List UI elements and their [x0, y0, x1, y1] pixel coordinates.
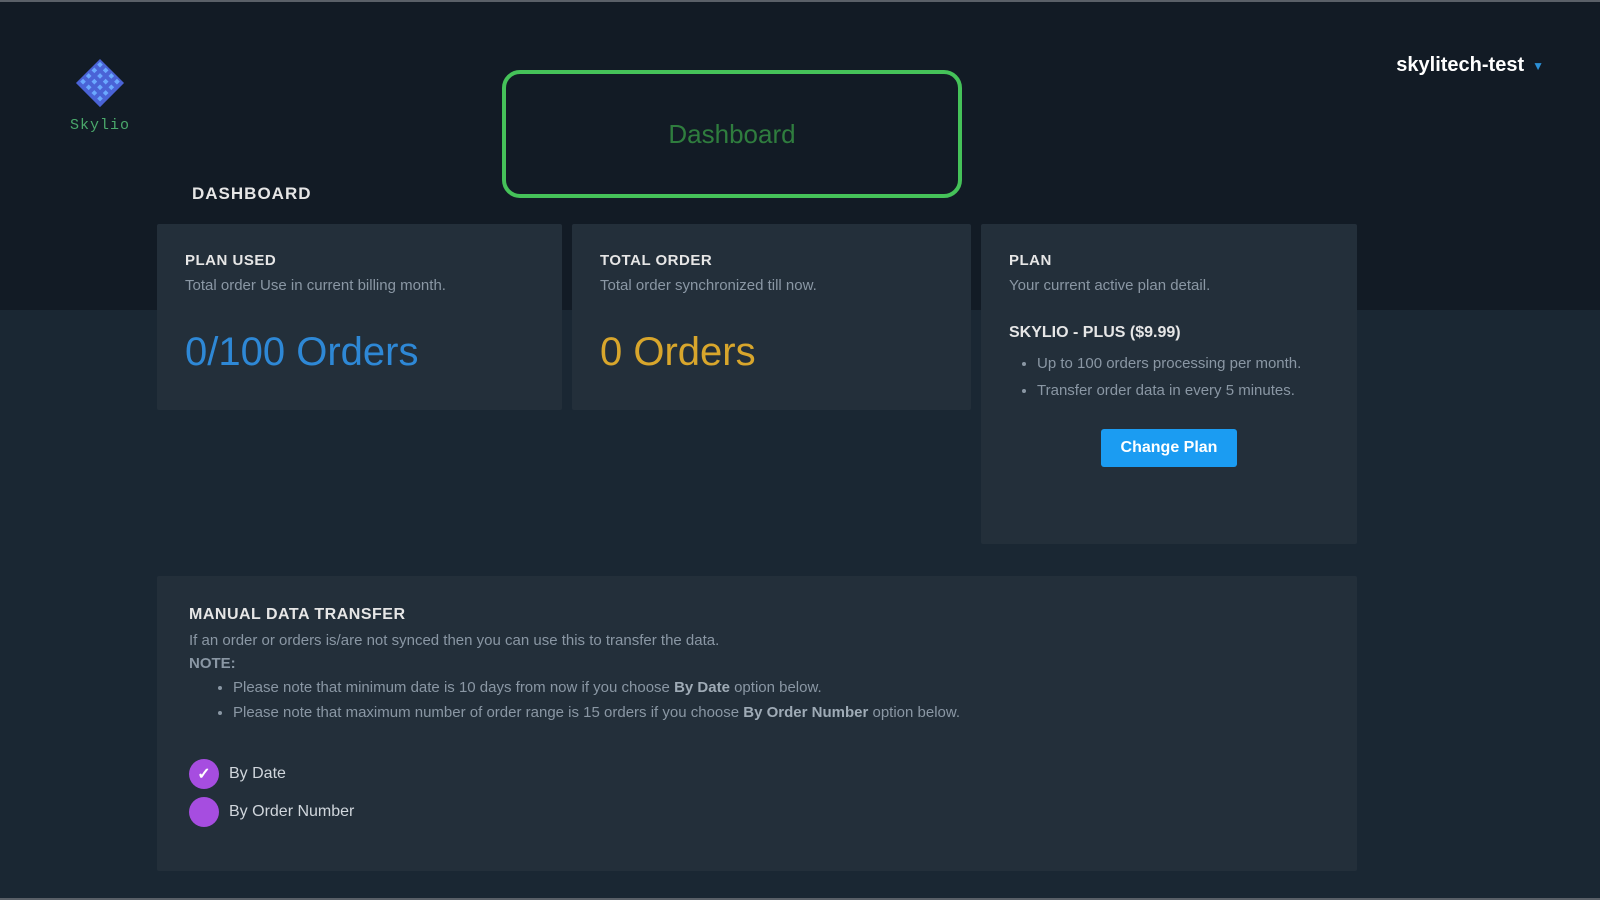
card-plan-used-sub: Total order Use in current billing month… — [185, 277, 534, 294]
mdt-note-label: NOTE: — [189, 655, 1325, 672]
mdt-note-bold: By Date — [674, 679, 730, 696]
radio-indicator: ✓ — [189, 759, 219, 789]
mdt-note-bold: By Order Number — [743, 704, 868, 721]
section-heading: DASHBOARD — [192, 184, 312, 204]
card-plan-used: PLAN USED Total order Use in current bil… — [157, 224, 562, 410]
mdt-title: MANUAL DATA TRANSFER — [189, 606, 1325, 624]
plan-name: SKYLIO - PLUS ($9.99) — [1009, 324, 1329, 342]
radio-by-date[interactable]: ✓ By Date — [189, 759, 1325, 789]
radio-by-order-number-label: By Order Number — [229, 803, 354, 821]
mdt-note-text: option below. — [730, 679, 822, 696]
mdt-mode-radio-group: ✓ By Date By Order Number — [189, 759, 1325, 827]
account-switcher[interactable]: skylitech-test ▼ — [1396, 54, 1544, 77]
mdt-note-item: Please note that minimum date is 10 days… — [233, 676, 1325, 699]
card-plan-used-label: PLAN USED — [185, 252, 534, 269]
tab-dashboard-label: Dashboard — [668, 119, 795, 150]
mdt-note-item: Please note that maximum number of order… — [233, 701, 1325, 724]
radio-by-date-label: By Date — [229, 765, 286, 783]
plan-feature-item: Up to 100 orders processing per month. — [1037, 352, 1329, 375]
tab-dashboard[interactable]: Dashboard — [502, 70, 962, 198]
chevron-down-icon: ▼ — [1532, 59, 1544, 73]
manual-data-transfer-panel: MANUAL DATA TRANSFER If an order or orde… — [157, 576, 1357, 871]
card-plan-used-metric: 0/100 Orders — [185, 330, 534, 375]
check-icon: ✓ — [197, 764, 210, 784]
mdt-note-text: option below. — [868, 704, 960, 721]
brand-logo-icon — [72, 55, 128, 111]
radio-indicator — [189, 797, 219, 827]
card-total-order: TOTAL ORDER Total order synchronized til… — [572, 224, 971, 410]
card-plan: PLAN Your current active plan detail. SK… — [981, 224, 1357, 544]
card-total-order-metric: 0 Orders — [600, 330, 943, 375]
card-plan-sub: Your current active plan detail. — [1009, 277, 1329, 294]
brand-logo: Skylio — [70, 55, 130, 134]
change-plan-button[interactable]: Change Plan — [1101, 429, 1238, 467]
mdt-note-text: Please note that maximum number of order… — [233, 704, 743, 721]
brand-name: Skylio — [70, 117, 130, 134]
mdt-description: If an order or orders is/are not synced … — [189, 632, 1325, 649]
card-total-order-label: TOTAL ORDER — [600, 252, 943, 269]
radio-by-order-number[interactable]: By Order Number — [189, 797, 1325, 827]
mdt-notes: Please note that minimum date is 10 days… — [189, 676, 1325, 725]
plan-feature-list: Up to 100 orders processing per month. T… — [1009, 352, 1329, 403]
mdt-note-text: Please note that minimum date is 10 days… — [233, 679, 674, 696]
card-plan-label: PLAN — [1009, 252, 1329, 269]
plan-feature-item: Transfer order data in every 5 minutes. — [1037, 379, 1329, 402]
card-total-order-sub: Total order synchronized till now. — [600, 277, 943, 294]
account-name: skylitech-test — [1396, 54, 1524, 77]
